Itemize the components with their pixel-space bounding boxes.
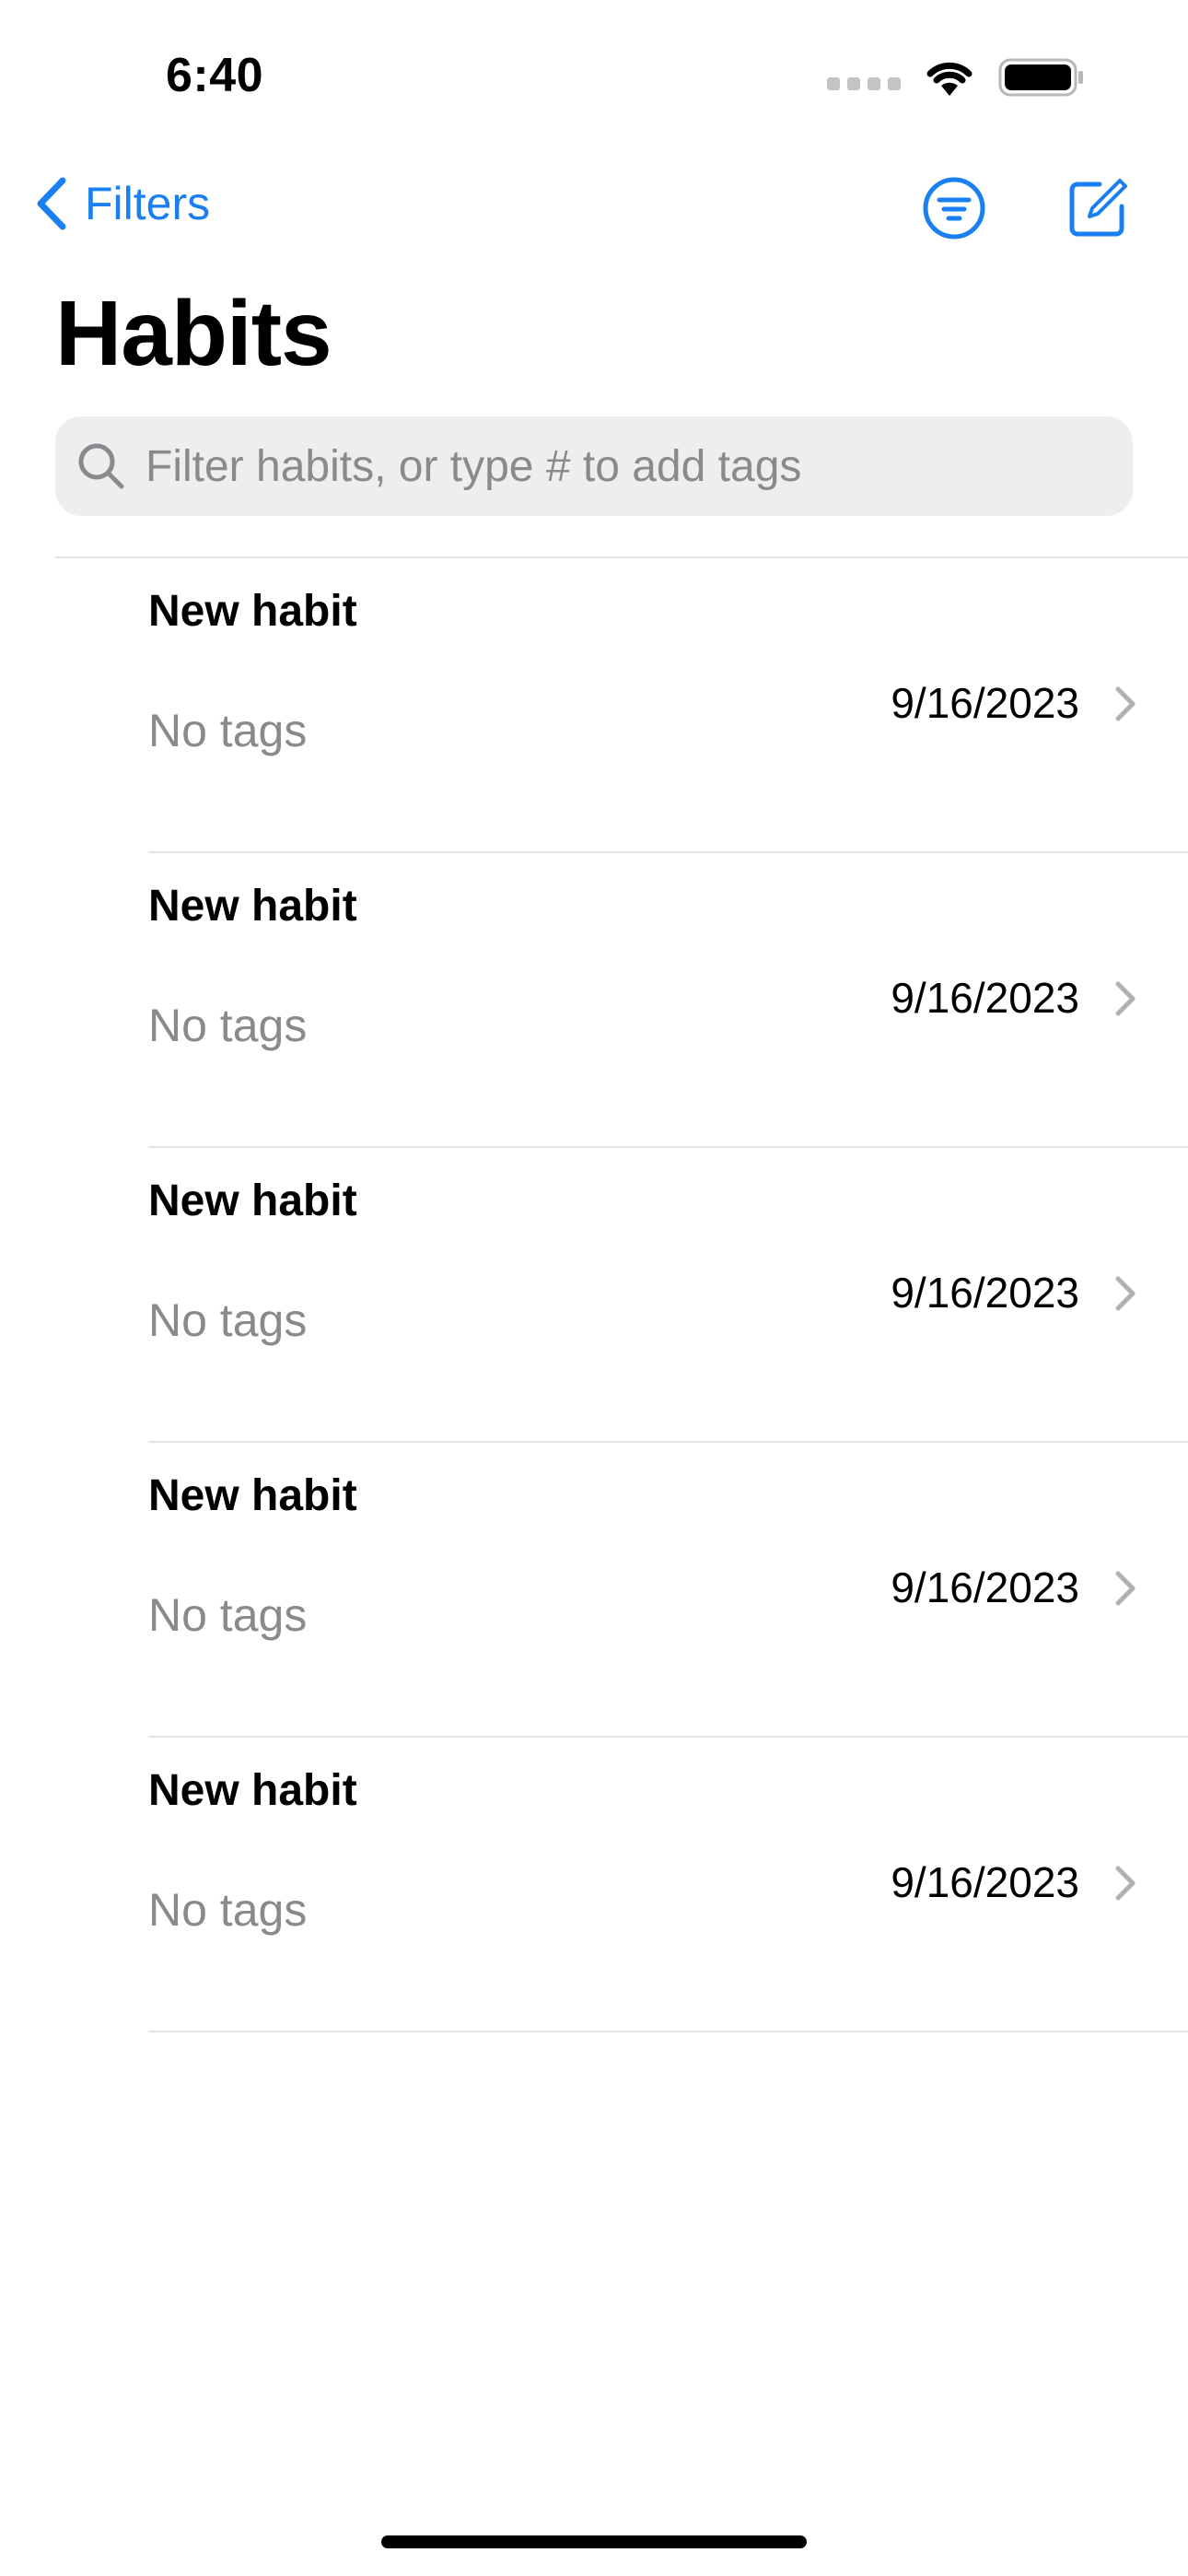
chevron-right-icon	[1115, 1571, 1136, 1606]
habit-list: New habit No tags 9/16/2023 New habit No…	[0, 558, 1188, 2032]
home-indicator[interactable]	[381, 2535, 807, 2548]
battery-icon	[998, 58, 1083, 97]
habit-row[interactable]: New habit No tags 9/16/2023	[0, 558, 1188, 853]
status-time: 6:40	[166, 49, 264, 102]
filter-icon	[923, 177, 985, 240]
habit-tags: No tags	[148, 1294, 308, 1346]
habit-tags: No tags	[148, 1589, 308, 1641]
habit-row[interactable]: New habit No tags 9/16/2023	[0, 853, 1188, 1148]
search-icon	[78, 443, 124, 489]
habit-row[interactable]: New habit No tags 9/16/2023	[0, 1443, 1188, 1738]
habit-tags: No tags	[148, 1884, 308, 1936]
compose-icon	[1069, 179, 1127, 237]
habit-date: 9/16/2023	[891, 1858, 1079, 1906]
habit-title: New habit	[148, 1471, 357, 1520]
chevron-right-icon	[1115, 1866, 1136, 1901]
habit-date: 9/16/2023	[891, 1269, 1079, 1317]
search-input[interactable]	[146, 440, 1122, 492]
habits-screen: 6:40 Filters Habits Filter habits, or ty…	[0, 0, 1188, 2576]
habit-row[interactable]: New habit No tags 9/16/2023	[0, 1148, 1188, 1443]
habit-tags: No tags	[148, 705, 308, 756]
chevron-right-icon	[1115, 981, 1136, 1016]
habit-title: New habit	[148, 1177, 357, 1225]
wifi-icon	[926, 62, 973, 96]
habit-date: 9/16/2023	[891, 974, 1079, 1022]
back-button[interactable]: Filters	[35, 177, 210, 230]
habit-row[interactable]: New habit No tags 9/16/2023	[0, 1738, 1188, 2032]
cellular-signal-icon	[827, 77, 901, 90]
new-habit-button[interactable]	[1065, 175, 1131, 246]
habit-tags: No tags	[148, 1000, 308, 1051]
back-button-label: Filters	[85, 178, 211, 229]
habit-title: New habit	[148, 882, 357, 931]
search-bar[interactable]	[55, 416, 1133, 516]
chevron-right-icon	[1115, 1276, 1136, 1311]
filter-button[interactable]	[921, 175, 987, 246]
habit-date: 9/16/2023	[891, 1563, 1079, 1611]
status-indicators	[827, 57, 1085, 98]
chevron-left-icon	[37, 177, 66, 230]
habit-title: New habit	[148, 587, 357, 636]
habit-title: New habit	[148, 1766, 357, 1815]
chevron-right-icon	[1115, 686, 1136, 721]
page-title: Habits	[55, 282, 332, 385]
habit-date: 9/16/2023	[891, 679, 1079, 727]
row-divider	[148, 2031, 1188, 2032]
